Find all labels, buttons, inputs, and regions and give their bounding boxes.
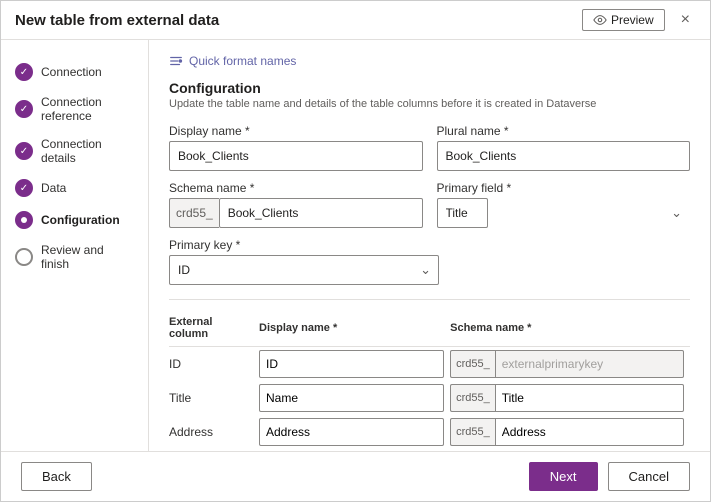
back-button[interactable]: Back: [21, 462, 92, 491]
col-display-input[interactable]: [259, 384, 444, 412]
display-name-group: Display name *: [169, 124, 423, 171]
section-title: Configuration: [169, 80, 690, 96]
step-circle-review: [15, 248, 33, 266]
schema-name-input-row: crd55_: [169, 198, 423, 228]
sidebar-item-review-and-finish[interactable]: Review and finish: [1, 236, 148, 278]
col-header-schema: Schema name *: [450, 312, 690, 347]
close-button[interactable]: ×: [675, 9, 696, 31]
col-schema-cell: crd55_: [450, 415, 690, 449]
primary-key-input: [169, 255, 439, 285]
step-circle-connection-reference: ✓: [15, 100, 33, 118]
next-button[interactable]: Next: [529, 462, 598, 491]
col-schema-prefix: crd55_: [450, 418, 495, 446]
cancel-button[interactable]: Cancel: [608, 462, 690, 491]
display-name-input[interactable]: [169, 141, 423, 171]
sidebar-item-connection-reference[interactable]: ✓ Connection reference: [1, 88, 148, 130]
dialog-title: New table from external data: [15, 12, 219, 29]
step-circle-connection: ✓: [15, 63, 33, 81]
col-schema-prefix: crd55_: [450, 384, 495, 412]
primary-field-group: Primary field * Title Name ID: [437, 181, 691, 228]
footer-right: Next Cancel: [529, 462, 690, 491]
form-row-schema-primary: Schema name * crd55_ Primary field * Tit…: [169, 181, 690, 228]
quick-format-button[interactable]: Quick format names: [169, 54, 690, 68]
active-dot-icon: [19, 215, 29, 225]
primary-key-label: Primary key *: [169, 238, 439, 252]
col-display-cell: [259, 347, 450, 382]
form-row-names: Display name * Plural name *: [169, 124, 690, 171]
plural-name-group: Plural name *: [437, 124, 691, 171]
primary-key-group: Primary key *: [169, 238, 439, 285]
section-desc: Update the table name and details of the…: [169, 98, 690, 110]
plural-name-input[interactable]: [437, 141, 691, 171]
col-external-cell: Address: [169, 415, 259, 449]
primary-key-wrapper: [169, 255, 439, 285]
col-schema-prefix: crd55_: [450, 350, 495, 378]
form-row-primary-key: Primary key *: [169, 238, 690, 285]
sidebar: ✓ Connection ✓ Connection reference ✓ Co…: [1, 40, 149, 451]
dialog: New table from external data Preview × ✓…: [0, 0, 711, 502]
col-display-input[interactable]: [259, 418, 444, 446]
section-divider: [169, 299, 690, 300]
schema-name-group: Schema name * crd55_: [169, 181, 423, 228]
col-header-display: Display name *: [259, 312, 450, 347]
col-schema-input: [495, 350, 684, 378]
col-display-input[interactable]: [259, 350, 444, 378]
col-display-cell: [259, 415, 450, 449]
columns-table-body: IDcrd55_Titlecrd55_Addresscrd55_Phonecrd…: [169, 347, 690, 452]
header-right: Preview ×: [582, 9, 696, 31]
main-content: Quick format names Configuration Update …: [149, 40, 710, 451]
col-schema-input[interactable]: [495, 418, 684, 446]
primary-field-select[interactable]: Title Name ID: [437, 198, 488, 228]
format-icon: [169, 54, 183, 68]
sidebar-item-connection-details[interactable]: ✓ Connection details: [1, 130, 148, 172]
schema-name-label: Schema name *: [169, 181, 423, 195]
dialog-body: ✓ Connection ✓ Connection reference ✓ Co…: [1, 40, 710, 451]
step-circle-connection-details: ✓: [15, 142, 33, 160]
table-row: Title crd55_: [169, 381, 690, 415]
primary-field-select-wrapper: Title Name ID: [437, 198, 691, 228]
plural-name-label: Plural name *: [437, 124, 691, 138]
col-external-cell: Title: [169, 381, 259, 415]
dialog-footer: Back Next Cancel: [1, 451, 710, 501]
col-header-external: External column: [169, 312, 259, 347]
col-schema-cell: crd55_: [450, 347, 690, 382]
sidebar-item-configuration[interactable]: Configuration: [1, 204, 148, 236]
columns-table: External column Display name * Schema na…: [169, 312, 690, 451]
step-circle-data: ✓: [15, 179, 33, 197]
schema-prefix: crd55_: [169, 198, 219, 228]
preview-icon: [593, 13, 607, 27]
columns-table-head: External column Display name * Schema na…: [169, 312, 690, 347]
columns-table-header-row: External column Display name * Schema na…: [169, 312, 690, 347]
preview-button[interactable]: Preview: [582, 9, 665, 31]
col-display-cell: [259, 381, 450, 415]
display-name-label: Display name *: [169, 124, 423, 138]
sidebar-item-data[interactable]: ✓ Data: [1, 172, 148, 204]
col-external-cell: ID: [169, 347, 259, 382]
col-schema-input[interactable]: [495, 384, 684, 412]
primary-field-label: Primary field *: [437, 181, 691, 195]
schema-name-input[interactable]: [219, 198, 423, 228]
step-circle-configuration: [15, 211, 33, 229]
col-schema-cell: crd55_: [450, 381, 690, 415]
table-row: ID crd55_: [169, 347, 690, 382]
sidebar-item-connection[interactable]: ✓ Connection: [1, 56, 148, 88]
table-row: Address crd55_: [169, 415, 690, 449]
dialog-header: New table from external data Preview ×: [1, 1, 710, 40]
